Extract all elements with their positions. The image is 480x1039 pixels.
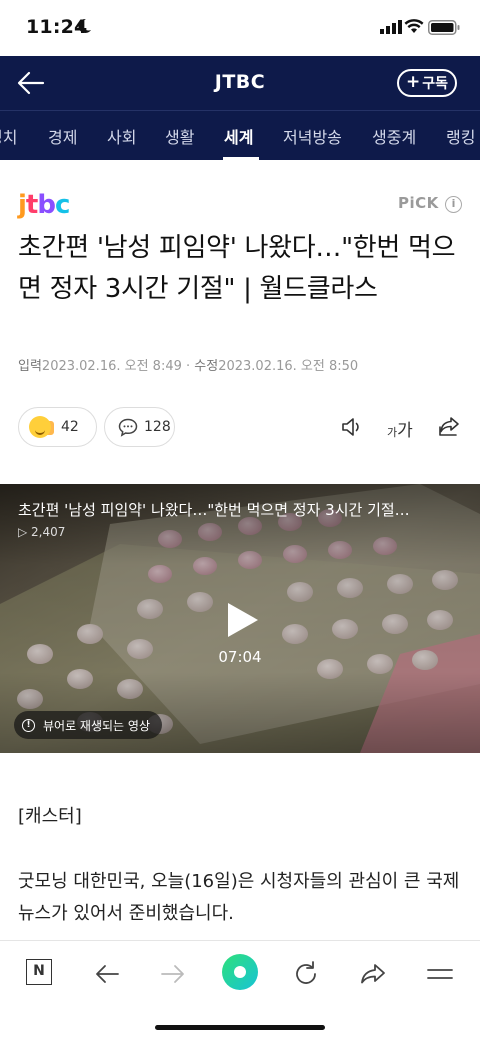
plus-icon: + [405,71,421,92]
comment-count: 128 [144,419,171,435]
caster-label: [캐스터] [18,806,82,827]
pick-label: PiCK [398,194,439,212]
article-dates: 입력2023.02.16. 오전 8:49 · 수정2023.02.16. 오전… [18,355,358,374]
subscribe-button[interactable]: + 구독 [397,69,457,97]
refresh-icon[interactable] [291,959,321,989]
status-bar: 11:24 [0,0,480,56]
naver-home-button[interactable]: N [26,959,52,985]
cellular-signal-icon [380,20,402,34]
logo-letter-j: j [18,190,27,220]
tab-evening-broadcast[interactable]: 저녁방송 [283,124,342,148]
article-paragraph: 굿모닝 대한민국, 오늘(16일)은 시청자들의 관심이 큰 국제 뉴스가 있어… [18,871,460,924]
back-icon[interactable] [92,959,122,989]
green-dot-button[interactable] [222,954,258,990]
jtbc-logo[interactable]: jtbc [18,190,70,220]
app-header: JTBC + 구독 [0,56,480,110]
info-icon[interactable]: i [445,196,462,213]
active-tab-indicator [223,157,259,160]
home-indicator [155,1025,325,1030]
speaker-icon[interactable] [340,416,364,438]
category-tabs: 정치 경제 사회 생활 세계 저녁방송 생중계 랭킹 [0,110,480,160]
font-size-label: 가 [397,421,413,441]
tab-economy[interactable]: 경제 [48,124,77,148]
wifi-icon [404,19,424,33]
video-views: ▷ 2,407 [18,525,65,539]
tab-politics[interactable]: 정치 [0,124,17,148]
play-icon[interactable] [224,600,260,640]
edit-label: 수정 [194,359,219,374]
alert-icon: ! [22,718,35,732]
moon-icon [78,18,91,33]
logo-letter-b: b [37,190,56,220]
viewer-playback-note: ! 뷰어로 재생되는 영상 [14,711,162,739]
reaction-emoji-icon [29,416,55,438]
tab-ranking[interactable]: 랭킹 [446,124,475,148]
reaction-count: 42 [61,419,79,435]
view-count: 2,407 [31,525,66,539]
menu-icon[interactable] [425,959,455,989]
input-date: 2023.02.16. 오전 8:49 [41,359,182,374]
comment-button[interactable]: 128 [104,407,175,447]
logo-letter-c: c [54,190,70,220]
share-forward-icon[interactable] [358,959,388,989]
logo-letter-t: t [25,190,38,220]
font-size-button[interactable]: 가가 [387,416,413,441]
video-player[interactable]: 초간편 '남성 피임약' 나왔다…"한번 먹으면 정자 3시간 기절… ▷ 2,… [0,484,480,753]
comment-bubble-icon [118,418,138,437]
subscribe-label: 구독 [422,76,448,92]
browser-toolbar: N [0,940,480,1039]
share-icon[interactable] [437,414,461,438]
reaction-button[interactable]: 42 [18,407,97,447]
tab-society[interactable]: 사회 [107,124,136,148]
viewer-note-text: 뷰어로 재생되는 영상 [43,718,150,733]
smile-emoji-icon [29,416,51,438]
battery-icon [428,20,460,35]
tab-live[interactable]: 생중계 [372,124,416,148]
tab-life[interactable]: 생활 [165,124,194,148]
article-title: 초간편 '남성 피임약' 나왔다…"한번 먹으면 정자 3시간 기절" | 월드… [18,233,456,304]
tab-world[interactable]: 세계 [224,124,253,148]
font-size-small-glyph: 가 [387,426,398,439]
video-title: 초간편 '남성 피임약' 나왔다…"한번 먹으면 정자 3시간 기절… [18,501,410,519]
input-label: 입력 [18,359,42,374]
view-count-icon: ▷ [18,525,32,539]
edit-date: 2023.02.16. 오전 8:50 [218,359,359,374]
video-duration: 07:04 [218,648,262,666]
forward-icon[interactable] [158,959,188,989]
